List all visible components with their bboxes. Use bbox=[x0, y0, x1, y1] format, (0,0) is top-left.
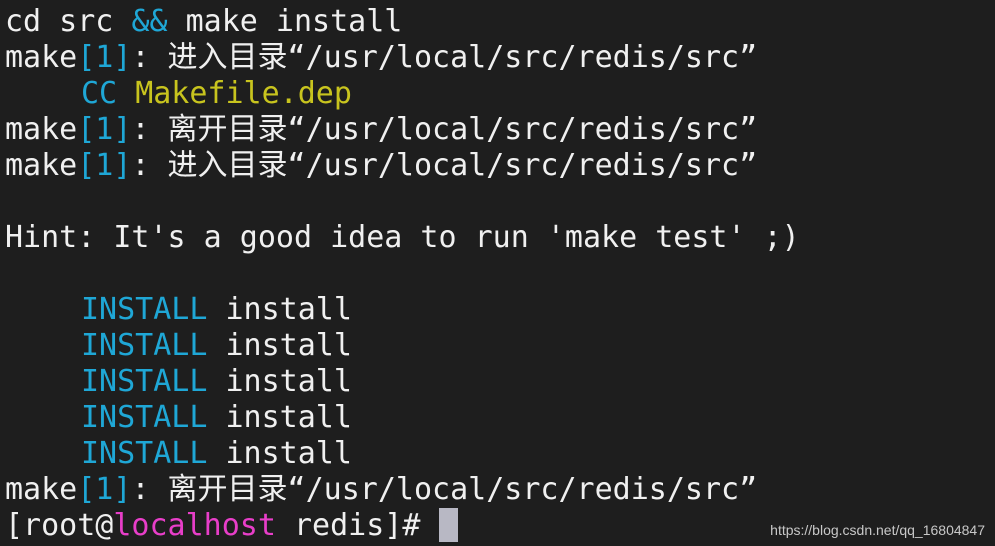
install-target: install bbox=[207, 292, 352, 327]
terminal-line-cc: CC Makefile.dep bbox=[5, 76, 995, 112]
install-tag: INSTALL bbox=[81, 436, 208, 471]
install-target: install bbox=[207, 436, 352, 471]
make-message: : 进入目录“/usr/local/src/redis/src” bbox=[131, 40, 758, 75]
cc-tag: CC bbox=[81, 76, 118, 111]
install-tag: INSTALL bbox=[81, 328, 208, 363]
terminal-line-install: INSTALL install bbox=[5, 436, 995, 472]
make-level: [1] bbox=[77, 472, 132, 507]
watermark: https://blog.csdn.net/qq_16804847 bbox=[770, 522, 985, 538]
make-label: make bbox=[5, 148, 78, 183]
make-level: [1] bbox=[77, 148, 132, 183]
text-cursor[interactable] bbox=[438, 508, 458, 542]
install-tag: INSTALL bbox=[81, 292, 208, 327]
cc-file: Makefile.dep bbox=[135, 76, 352, 111]
make-message: : 进入目录“/usr/local/src/redis/src” bbox=[131, 148, 758, 183]
make-label: make bbox=[5, 112, 78, 147]
terminal-line-install: INSTALL install bbox=[5, 292, 995, 328]
make-level: [1] bbox=[77, 40, 132, 75]
install-tag: INSTALL bbox=[81, 364, 208, 399]
prompt-path: redis]# bbox=[275, 508, 439, 543]
terminal-line-hint: Hint: It's a good idea to run 'make test… bbox=[5, 220, 800, 255]
make-label: make bbox=[5, 472, 78, 507]
terminal-line-make-leave: make[1]: 离开目录“/usr/local/src/redis/src” bbox=[5, 112, 995, 148]
command-text: cd src bbox=[5, 4, 132, 39]
terminal-window[interactable]: cd src && make install make[1]: 进入目录“/us… bbox=[0, 0, 995, 546]
make-label: make bbox=[5, 40, 78, 75]
install-target: install bbox=[207, 400, 352, 435]
terminal-line-make-leave-final: make[1]: 离开目录“/usr/local/src/redis/src” bbox=[5, 472, 995, 508]
prompt-user: [root@ bbox=[5, 508, 114, 543]
make-message: : 离开目录“/usr/local/src/redis/src” bbox=[131, 472, 758, 507]
make-message: : 离开目录“/usr/local/src/redis/src” bbox=[131, 112, 758, 147]
terminal-line-install: INSTALL install bbox=[5, 328, 995, 364]
command-text-rest: make install bbox=[167, 4, 403, 39]
terminal-line-make-enter-2: make[1]: 进入目录“/usr/local/src/redis/src” bbox=[5, 148, 995, 184]
terminal-line-make-enter: make[1]: 进入目录“/usr/local/src/redis/src” bbox=[5, 40, 995, 76]
install-target: install bbox=[207, 328, 352, 363]
prompt-host: localhost bbox=[113, 508, 276, 543]
terminal-line-command: cd src && make install bbox=[5, 4, 995, 40]
install-target: install bbox=[207, 364, 352, 399]
command-operator: && bbox=[131, 4, 168, 39]
terminal-line-install: INSTALL install bbox=[5, 400, 995, 436]
terminal-line-install: INSTALL install bbox=[5, 364, 995, 400]
make-level: [1] bbox=[77, 112, 132, 147]
install-tag: INSTALL bbox=[81, 400, 208, 435]
